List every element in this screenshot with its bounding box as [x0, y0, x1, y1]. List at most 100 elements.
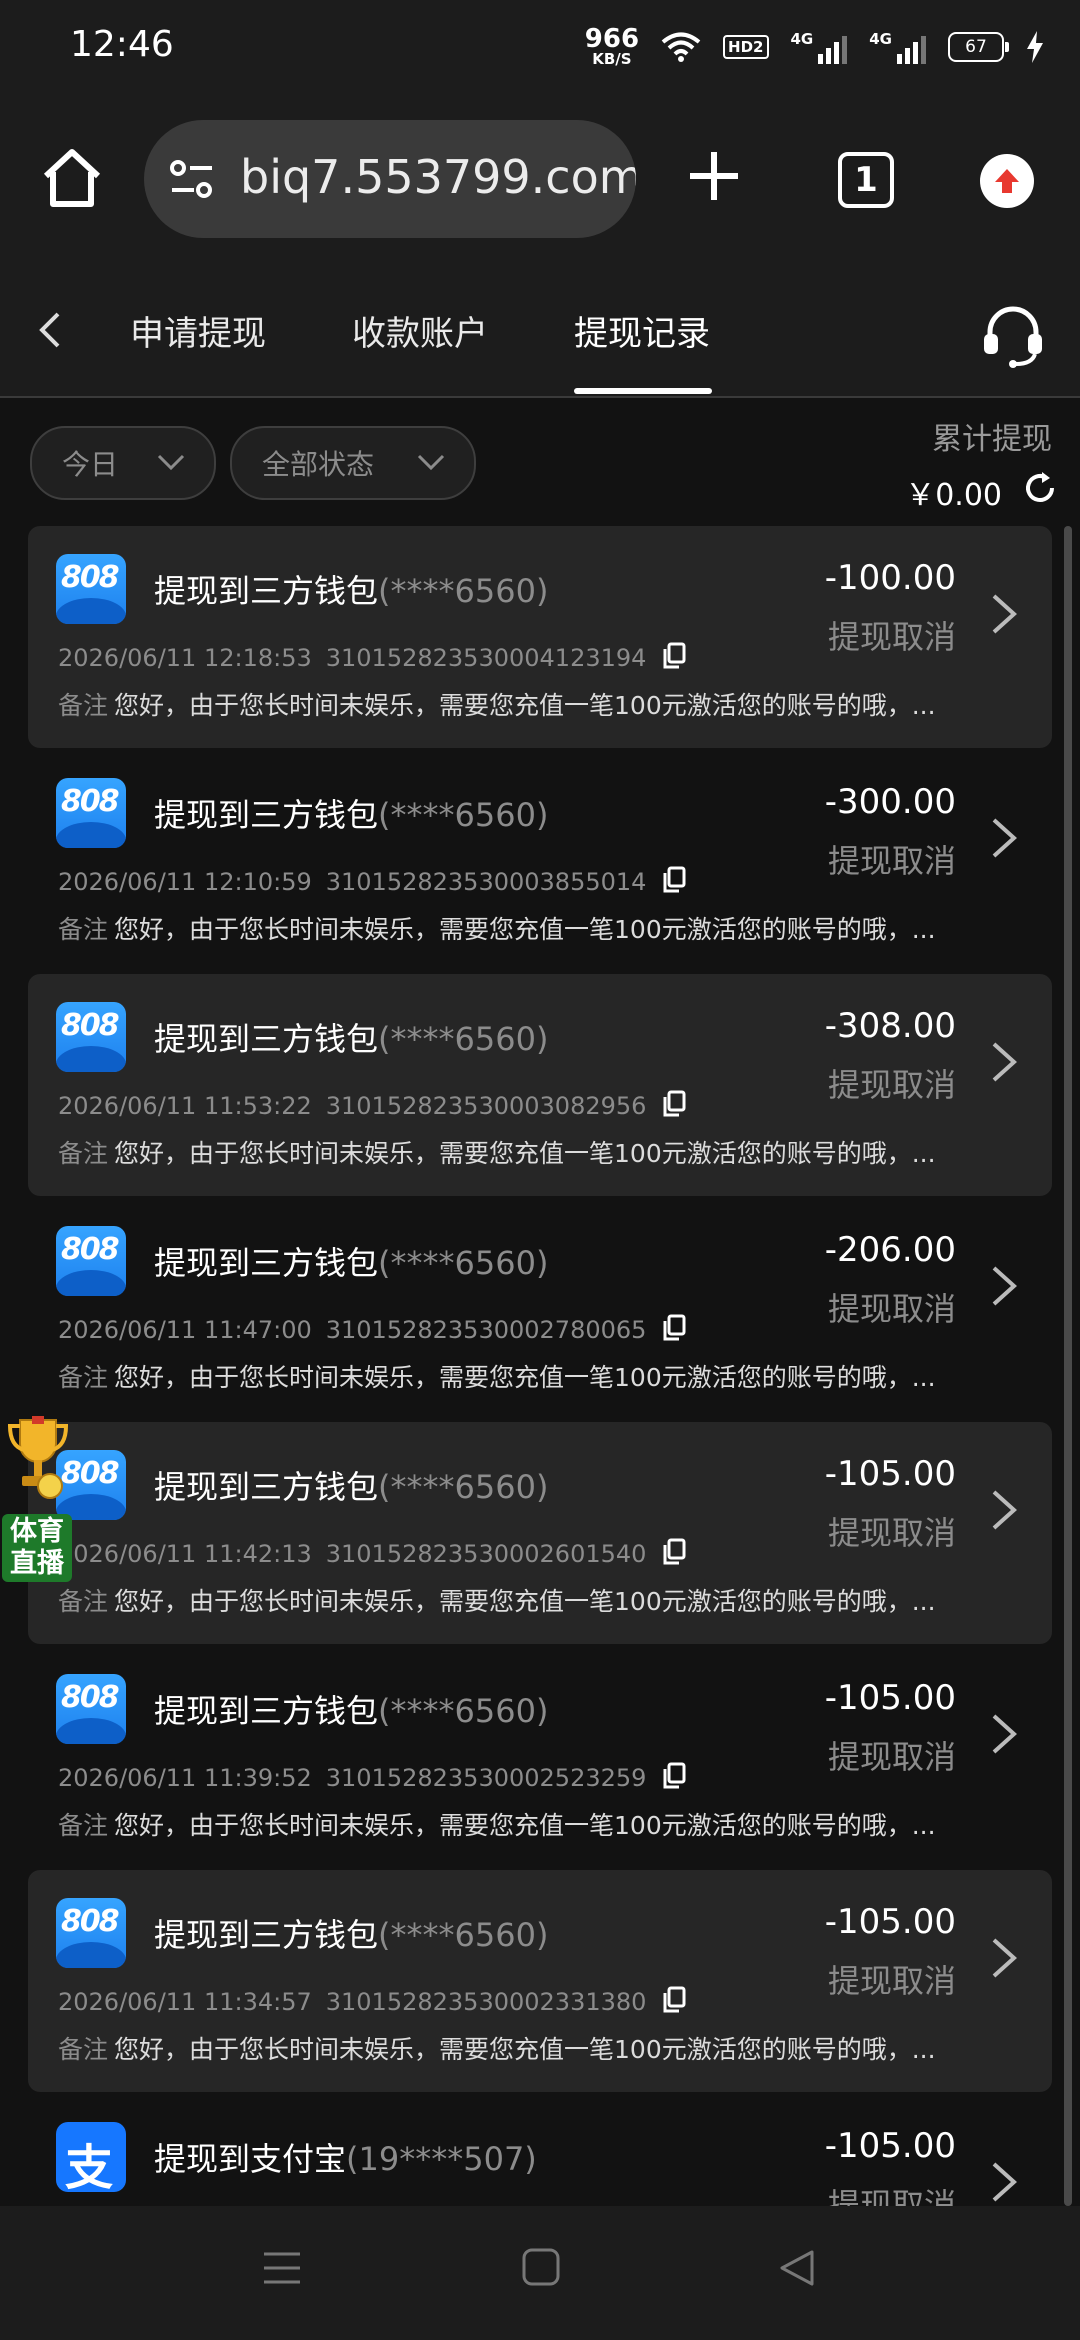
record-item[interactable]: 808 提现到三方钱包(****6560) -105.00 提现取消 2026/…	[28, 1646, 1052, 1868]
copy-icon[interactable]	[662, 1090, 686, 1118]
record-datetime: 2026/06/11 12:18:53	[58, 644, 312, 672]
record-title: 提现到支付宝	[154, 2140, 347, 2178]
copy-icon[interactable]	[662, 1538, 686, 1566]
chevron-right-icon	[992, 1490, 1017, 1530]
sports-live-float-button[interactable]: 体育直播	[0, 1410, 76, 1596]
record-note: 您好，由于您长时间未娱乐，需要您充值一笔100元激活您的账号的哦，...	[114, 1139, 936, 1168]
tab-payee-account[interactable]: 收款账户	[352, 306, 488, 355]
record-order-no: 310152823530003855014	[325, 868, 647, 896]
sports-live-label: 体育直播	[2, 1514, 72, 1582]
record-order-no: 310152823530002601540	[325, 1540, 647, 1568]
record-item[interactable]: 808 提现到三方钱包(****6560) -100.00 提现取消 2026/…	[28, 526, 1052, 748]
record-order-no: 310152823530003082956	[325, 1092, 647, 1120]
record-status: 提现取消	[827, 2186, 956, 2206]
note-label: 备注	[58, 2035, 109, 2064]
record-account: (19****507)	[346, 2140, 537, 2178]
copy-icon[interactable]	[662, 1986, 686, 2014]
chevron-down-icon	[417, 454, 445, 471]
record-note: 您好，由于您长时间未娱乐，需要您充值一笔100元激活您的账号的哦，...	[114, 915, 936, 944]
record-datetime: 2026/06/11 12:10:59	[58, 868, 312, 896]
record-status: 提现取消	[827, 618, 956, 656]
chevron-right-icon	[992, 594, 1017, 634]
record-item[interactable]: 808 提现到三方钱包(****6560) -206.00 提现取消 2026/…	[28, 1198, 1052, 1420]
record-note: 您好，由于您长时间未娱乐，需要您充值一笔100元激活您的账号的哦，...	[114, 1363, 936, 1392]
record-title: 提现到三方钱包	[154, 1916, 379, 1954]
record-status: 提现取消	[827, 1962, 956, 2000]
menu-icon[interactable]	[262, 2248, 302, 2288]
refresh-icon[interactable]	[1022, 470, 1058, 506]
record-status: 提现取消	[827, 842, 956, 880]
scrollbar[interactable]	[1064, 526, 1072, 2206]
record-item[interactable]: 808 提现到三方钱包(****6560) -300.00 提现取消 2026/…	[28, 750, 1052, 972]
record-status: 提现取消	[827, 1066, 956, 1104]
total-withdraw-value: ￥0.00	[905, 478, 1002, 513]
withdraw-record-list: 808 提现到三方钱包(****6560) -100.00 提现取消 2026/…	[28, 526, 1052, 2206]
record-note: 您好，由于您长时间未娱乐，需要您充值一笔100元激活您的账号的哦，...	[114, 691, 936, 720]
record-datetime: 2026/06/11 11:34:57	[58, 1988, 312, 2016]
record-account: (****6560)	[378, 1692, 549, 1730]
record-item[interactable]: 808 提现到三方钱包(****6560) -105.00 提现取消 2026/…	[28, 1870, 1052, 2092]
record-note: 您好，由于您长时间未娱乐，需要您充值一笔100元激活您的账号的哦，...	[114, 2035, 936, 2064]
wallet-808-logo: 808	[56, 1002, 126, 1072]
tab-apply-withdraw[interactable]: 申请提现	[130, 306, 266, 355]
tab-withdraw-records[interactable]: 提现记录	[574, 306, 710, 355]
record-item[interactable]: 808 提现到三方钱包(****6560) -105.00 提现取消 2026/…	[28, 1422, 1052, 1644]
status-filter[interactable]: 全部状态	[230, 426, 476, 500]
signal-icon: 4G	[791, 30, 848, 64]
chevron-left-icon[interactable]	[30, 310, 70, 350]
tabs-icon[interactable]: 1	[838, 152, 894, 208]
record-status: 提现取消	[827, 1738, 956, 1776]
network-speed: 966 KB/S	[584, 24, 640, 68]
plus-icon[interactable]	[686, 148, 742, 204]
chevron-right-icon	[992, 1714, 1017, 1754]
copy-icon[interactable]	[662, 642, 686, 670]
copy-icon[interactable]	[662, 866, 686, 894]
headset-icon[interactable]	[980, 302, 1046, 368]
record-account: (****6560)	[378, 796, 549, 834]
alipay-logo: 支	[56, 2122, 126, 2192]
url-text[interactable]: biq7.553799.com	[240, 150, 636, 204]
record-datetime: 2026/06/11 11:39:52	[58, 1764, 312, 1792]
copy-icon[interactable]	[662, 1762, 686, 1790]
date-filter[interactable]: 今日	[30, 426, 216, 500]
record-order-no: 310152823530002523259	[325, 1764, 647, 1792]
battery-icon: 67	[948, 31, 1009, 62]
page-nav: 申请提现 收款账户 提现记录	[0, 266, 1080, 398]
charging-icon	[1027, 30, 1043, 63]
back-triangle-icon[interactable]	[778, 2248, 816, 2288]
record-item[interactable]: 支 提现到支付宝(19****507) -105.00 提现取消	[28, 2094, 1052, 2206]
address-bar[interactable]: biq7.553799.com	[144, 120, 636, 238]
record-amount: -105.00	[824, 2126, 956, 2166]
note-label: 备注	[58, 1139, 109, 1168]
tune-icon[interactable]	[168, 158, 216, 202]
wallet-808-logo: 808	[56, 1898, 126, 1968]
record-account: (****6560)	[378, 1244, 549, 1282]
record-status: 提现取消	[827, 1290, 956, 1328]
record-note: 您好，由于您长时间未娱乐，需要您充值一笔100元激活您的账号的哦，...	[114, 1587, 936, 1616]
record-amount: -100.00	[824, 558, 956, 598]
record-account: (****6560)	[378, 1468, 549, 1506]
note-label: 备注	[58, 915, 109, 944]
chevron-right-icon	[992, 2162, 1017, 2202]
system-nav-bar	[0, 2206, 1080, 2340]
record-note: 您好，由于您长时间未娱乐，需要您充值一笔100元激活您的账号的哦，...	[114, 1811, 936, 1840]
copy-icon[interactable]	[662, 1314, 686, 1342]
record-order-no: 310152823530002331380	[325, 1988, 647, 2016]
chevron-right-icon	[992, 1266, 1017, 1306]
record-account: (****6560)	[378, 572, 549, 610]
status-time: 12:46	[70, 24, 174, 65]
record-item[interactable]: 808 提现到三方钱包(****6560) -308.00 提现取消 2026/…	[28, 974, 1052, 1196]
home-icon[interactable]	[40, 146, 104, 210]
upload-arrow-icon[interactable]	[980, 154, 1034, 208]
trophy-icon	[7, 1416, 69, 1499]
record-title: 提现到三方钱包	[154, 572, 379, 610]
record-datetime: 2026/06/11 11:47:00	[58, 1316, 312, 1344]
record-title: 提现到三方钱包	[154, 796, 379, 834]
home-square-icon[interactable]	[522, 2248, 560, 2286]
record-title: 提现到三方钱包	[154, 1468, 379, 1506]
record-amount: -105.00	[824, 1678, 956, 1718]
note-label: 备注	[58, 1363, 109, 1392]
note-label: 备注	[58, 1811, 109, 1840]
hd-voice-badge: HD2	[723, 34, 769, 59]
active-tab-indicator	[574, 388, 712, 394]
